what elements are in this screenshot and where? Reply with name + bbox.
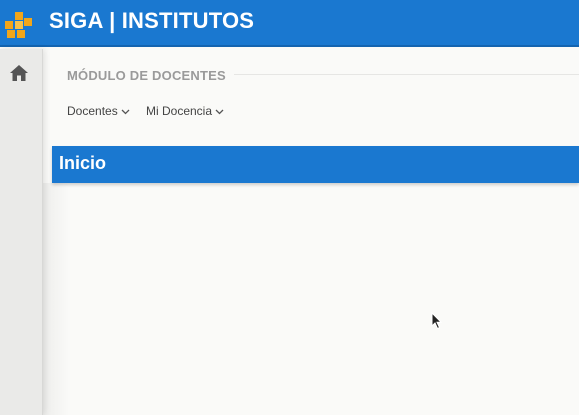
- module-title-divider: [234, 74, 579, 75]
- app-title: SIGA | INSTITUTOS: [49, 8, 255, 33]
- app-window: SIGA | INSTITUTOS MÓDULO DE DOCENTES Doc…: [0, 0, 579, 415]
- chevron-down-icon: [215, 109, 224, 115]
- page-header: Inicio: [52, 146, 579, 183]
- page-title: Inicio: [59, 153, 107, 173]
- sidebar: [0, 49, 43, 415]
- menu-mi-docencia[interactable]: Mi Docencia: [146, 104, 224, 118]
- siga-logo-icon[interactable]: [5, 12, 33, 38]
- menu-docentes[interactable]: Docentes: [67, 104, 130, 118]
- home-icon[interactable]: [9, 64, 29, 82]
- menu-docentes-label: Docentes: [67, 104, 118, 118]
- top-header-bar: SIGA | INSTITUTOS: [0, 0, 579, 47]
- chevron-down-icon: [121, 109, 130, 115]
- menu-mi-docencia-label: Mi Docencia: [146, 104, 213, 118]
- content-area-shade: [43, 183, 69, 415]
- module-title: MÓDULO DE DOCENTES: [67, 68, 226, 83]
- mouse-cursor-icon: [431, 312, 443, 330]
